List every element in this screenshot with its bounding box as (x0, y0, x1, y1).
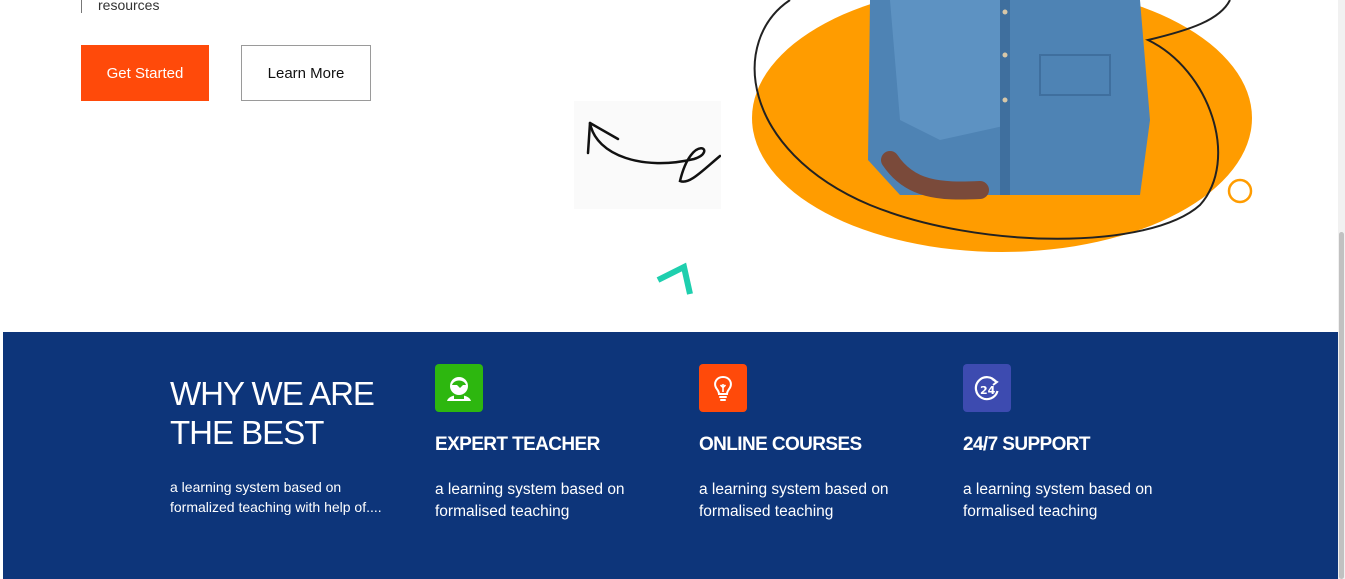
feature-description: a learning system based on formalised te… (435, 481, 625, 520)
teal-chevron-decoration (652, 258, 698, 300)
bullet-divider (81, 0, 82, 13)
get-started-button[interactable]: Get Started (81, 45, 209, 101)
scrollbar-thumb[interactable] (1339, 232, 1344, 579)
page-scrollbar[interactable] (1338, 0, 1345, 579)
why-best-title: WHY WE ARE THE BEST (170, 374, 390, 452)
feature-title: 24/7 SUPPORT (963, 434, 1091, 455)
why-best-title-line2: THE BEST (170, 414, 324, 451)
hero-section: resources Get Started Learn More (0, 0, 1338, 332)
feature-title: EXPERT TEACHER (435, 434, 600, 455)
feature-card-support: 24 24/7 SUPPORT a learning system based … (963, 364, 1193, 523)
why-best-description: a learning system based on formalized te… (170, 479, 382, 515)
learn-more-button[interactable]: Learn More (241, 45, 371, 101)
why-best-title-line1: WHY WE ARE (170, 375, 375, 412)
hero-illustration (740, 0, 1300, 260)
feature-description: a learning system based on formalised te… (699, 481, 889, 520)
feature-card-expert-teacher: EXPERT TEACHER a learning system based o… (435, 364, 665, 523)
hero-bullet-text: resources (98, 0, 160, 13)
svg-text:24: 24 (980, 384, 996, 397)
support-24-icon: 24 (963, 364, 1011, 412)
why-best-section: WHY WE ARE THE BEST a learning system ba… (3, 332, 1338, 579)
feature-description: a learning system based on formalised te… (963, 481, 1153, 520)
lightbulb-icon (699, 364, 747, 412)
arrow-illustration (574, 101, 722, 209)
feature-title: ONLINE COURSES (699, 434, 862, 455)
teacher-icon (435, 364, 483, 412)
feature-card-online-courses: ONLINE COURSES a learning system based o… (699, 364, 929, 523)
